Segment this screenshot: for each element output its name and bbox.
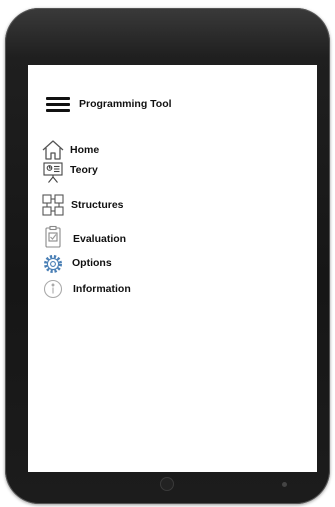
menu-item-information[interactable]: Information bbox=[41, 277, 151, 301]
menu-item-label: Information bbox=[73, 283, 131, 295]
structure-blocks-icon bbox=[41, 193, 65, 217]
menu-item-teory[interactable]: Teory bbox=[41, 160, 131, 184]
menu-hamburger-icon[interactable] bbox=[46, 97, 70, 112]
clipboard-check-icon bbox=[41, 225, 65, 249]
menu-item-label: Options bbox=[72, 257, 112, 269]
menu-item-label: Teory bbox=[70, 164, 98, 176]
app-screen: Programming Tool Home Teory Structures E… bbox=[28, 65, 317, 472]
presentation-board-icon bbox=[41, 160, 65, 184]
menu-item-label: Structures bbox=[71, 199, 124, 211]
gear-icon bbox=[41, 252, 65, 276]
menu-item-structures[interactable]: Structures bbox=[41, 193, 151, 217]
info-icon bbox=[41, 277, 65, 301]
tablet-frame: Programming Tool Home Teory Structures E… bbox=[5, 8, 330, 504]
device-sensor bbox=[282, 482, 287, 487]
menu-item-label: Evaluation bbox=[73, 233, 127, 245]
home-icon bbox=[41, 138, 65, 162]
menu-item-options[interactable]: Options bbox=[41, 252, 141, 276]
menu-item-evaluation[interactable]: Evaluation bbox=[41, 225, 151, 249]
device-home-button[interactable] bbox=[160, 477, 174, 491]
menu-item-label: Home bbox=[70, 144, 100, 156]
app-title: Programming Tool bbox=[79, 98, 172, 110]
menu-item-home[interactable]: Home bbox=[41, 138, 131, 162]
